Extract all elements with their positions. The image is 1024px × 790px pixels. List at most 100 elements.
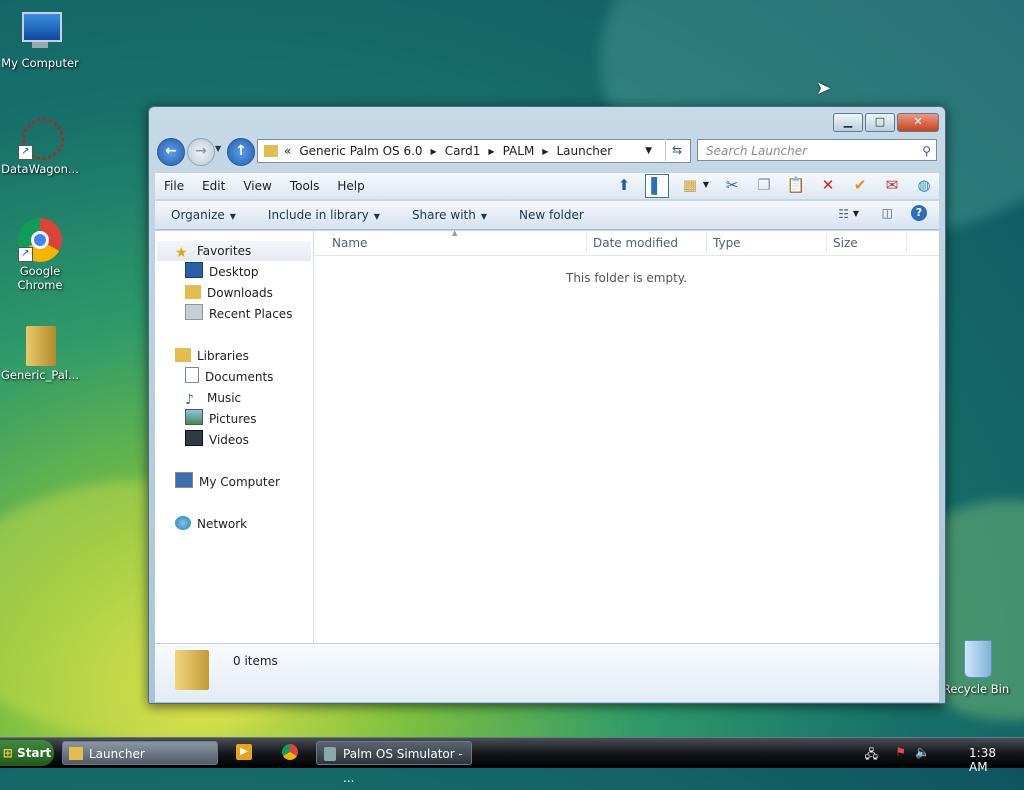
nav-downloads[interactable]: Downloads — [185, 283, 273, 303]
share-with-button[interactable]: Share with ▼ — [396, 208, 503, 222]
forward-button[interactable]: → — [187, 138, 215, 166]
breadcrumb-generic-palm[interactable]: Generic Palm OS 6.0 — [299, 144, 422, 158]
menu-file[interactable]: File — [155, 179, 193, 193]
chrome-quicklaunch-icon[interactable] — [282, 744, 298, 760]
up-folder-icon[interactable]: ⬆ — [613, 174, 635, 196]
desktop-icon-label: DataWagon... — [1, 162, 79, 176]
up-button[interactable]: ↑ — [227, 138, 255, 166]
nav-label: Pictures — [209, 412, 257, 426]
chevron-right-icon[interactable]: ▶ — [488, 147, 494, 156]
nav-music[interactable]: ♪ Music — [185, 388, 241, 408]
caption-buttons: ▁ □ ✕ — [831, 113, 939, 132]
folder-icon — [69, 747, 83, 760]
security-alert-icon[interactable]: ⚑ — [895, 745, 906, 759]
close-button[interactable]: ✕ — [897, 113, 939, 132]
column-size[interactable]: Size — [833, 236, 858, 250]
search-icon[interactable]: ⚲ — [922, 140, 931, 162]
nav-label: Videos — [209, 433, 249, 447]
view-options-dropdown-icon[interactable]: ▼ — [853, 209, 859, 218]
email-icon[interactable]: ✉ — [881, 174, 903, 196]
dropdown-arrow-icon: ▼ — [373, 212, 380, 221]
recent-places-icon — [185, 304, 203, 320]
breadcrumb-card1[interactable]: Card1 — [445, 144, 481, 158]
column-name[interactable]: Name — [332, 236, 367, 250]
libraries-icon — [175, 348, 191, 362]
desktop-icon-my-computer[interactable]: My Computer — [0, 10, 82, 70]
taskbar-palm-os-simulator[interactable]: Palm OS Simulator - ... — [316, 741, 472, 785]
paste-icon[interactable]: 📋 — [785, 174, 807, 196]
preview-pane-icon[interactable]: ◫ — [882, 206, 893, 220]
nav-label: Desktop — [209, 265, 259, 279]
videos-icon — [185, 430, 203, 446]
nav-network[interactable]: Network — [175, 514, 247, 534]
empty-folder-message: This folder is empty. — [566, 271, 687, 285]
explorer-window: ▁ □ ✕ ← → ▼ ↑ « Generic Palm OS 6.0 ▶ Car… — [148, 106, 946, 704]
nav-videos[interactable]: Videos — [185, 430, 249, 450]
nav-my-computer[interactable]: My Computer — [175, 472, 280, 492]
chevron-right-icon[interactable]: ▶ — [542, 147, 548, 156]
nav-label: Recent Places — [209, 307, 293, 321]
organize-label: Organize — [171, 208, 225, 222]
folders-pane-icon[interactable]: ▌ — [645, 174, 669, 198]
column-type[interactable]: Type — [713, 236, 741, 250]
properties-check-icon[interactable]: ✔ — [849, 174, 871, 196]
organize-button[interactable]: Organize ▼ — [155, 208, 252, 222]
item-count: 0 items — [233, 654, 278, 668]
menu-view[interactable]: View — [234, 179, 280, 193]
cut-icon[interactable]: ✂ — [721, 174, 743, 196]
desktop-icon-google-chrome[interactable]: ↗ Google Chrome — [0, 218, 82, 292]
music-icon: ♪ — [185, 392, 194, 408]
network-tray-icon[interactable]: 🖧 — [865, 745, 878, 766]
nav-recent-places[interactable]: Recent Places — [185, 304, 292, 324]
column-date-modified[interactable]: Date modified — [593, 236, 678, 250]
include-in-library-button[interactable]: Include in library ▼ — [252, 208, 396, 222]
new-folder-button[interactable]: New folder — [503, 208, 600, 222]
computer-icon — [175, 472, 193, 488]
up-arrow-icon: ↑ — [235, 143, 247, 159]
start-button[interactable]: ⊞ Start — [0, 740, 54, 766]
nav-desktop[interactable]: Desktop — [185, 262, 259, 282]
desktop-icon-datawagon[interactable]: ↗ DataWagon... — [0, 116, 82, 176]
chrome-icon: ↗ — [18, 218, 62, 262]
breadcrumb-palm[interactable]: PALM — [503, 144, 535, 158]
menu-edit[interactable]: Edit — [193, 179, 234, 193]
desktop-icon-recycle-bin[interactable]: Recycle Bin — [934, 636, 1018, 696]
folder-view-icon[interactable]: ▦ — [679, 174, 701, 196]
globe-icon[interactable]: ◍ — [913, 174, 935, 196]
maximize-button[interactable]: □ — [865, 113, 895, 132]
media-player-icon[interactable]: ▶ — [236, 744, 252, 760]
nav-favorites[interactable]: ★ Favorites — [175, 241, 251, 261]
refresh-icon: ⇆ — [671, 143, 683, 157]
back-button[interactable]: ← — [157, 138, 185, 166]
refresh-button[interactable]: ⇆ — [665, 139, 688, 161]
address-bar[interactable]: « Generic Palm OS 6.0 ▶ Card1 ▶ PALM ▶ Laun… — [257, 139, 691, 163]
back-arrow-icon: ← — [165, 143, 177, 159]
navigation-bar: ← → ▼ ↑ « Generic Palm OS 6.0 ▶ Card1 ▶ PA… — [157, 137, 939, 166]
search-box[interactable]: Search Launcher ⚲ — [697, 139, 937, 161]
clock[interactable]: 1:38 AM — [969, 746, 996, 774]
address-overflow[interactable]: « — [284, 144, 291, 158]
breadcrumb-launcher[interactable]: Launcher — [556, 144, 612, 158]
menu-tools[interactable]: Tools — [281, 179, 329, 193]
nav-documents[interactable]: Documents — [185, 367, 273, 387]
menu-help[interactable]: Help — [328, 179, 373, 193]
nav-libraries[interactable]: Libraries — [175, 346, 249, 366]
recent-pages-dropdown[interactable]: ▼ — [215, 144, 221, 153]
volume-icon[interactable]: 🔈 — [915, 745, 930, 759]
nav-label: Documents — [205, 370, 274, 384]
copy-icon[interactable]: ❐ — [753, 174, 775, 196]
folder-icon — [264, 145, 278, 157]
help-icon[interactable]: ? — [911, 205, 927, 221]
taskbar-launcher[interactable]: Launcher — [62, 741, 218, 765]
computer-icon — [18, 10, 62, 54]
chevron-right-icon[interactable]: ▶ — [431, 147, 437, 156]
taskbar: ⊞ Start Launcher ▶ Palm OS Simulator - .… — [0, 737, 1024, 785]
dropdown-arrow-icon: ▼ — [480, 212, 487, 221]
delete-icon[interactable]: ✕ — [817, 174, 839, 196]
nav-pictures[interactable]: Pictures — [185, 409, 257, 429]
view-dropdown-icon[interactable]: ▼ — [701, 174, 711, 196]
minimize-button[interactable]: ▁ — [833, 113, 863, 132]
desktop-icon-generic-palm[interactable]: Generic_Pal... — [0, 322, 82, 382]
address-dropdown-icon[interactable]: ▼ — [645, 146, 652, 156]
view-options-icon[interactable]: ☷ — [838, 207, 849, 221]
